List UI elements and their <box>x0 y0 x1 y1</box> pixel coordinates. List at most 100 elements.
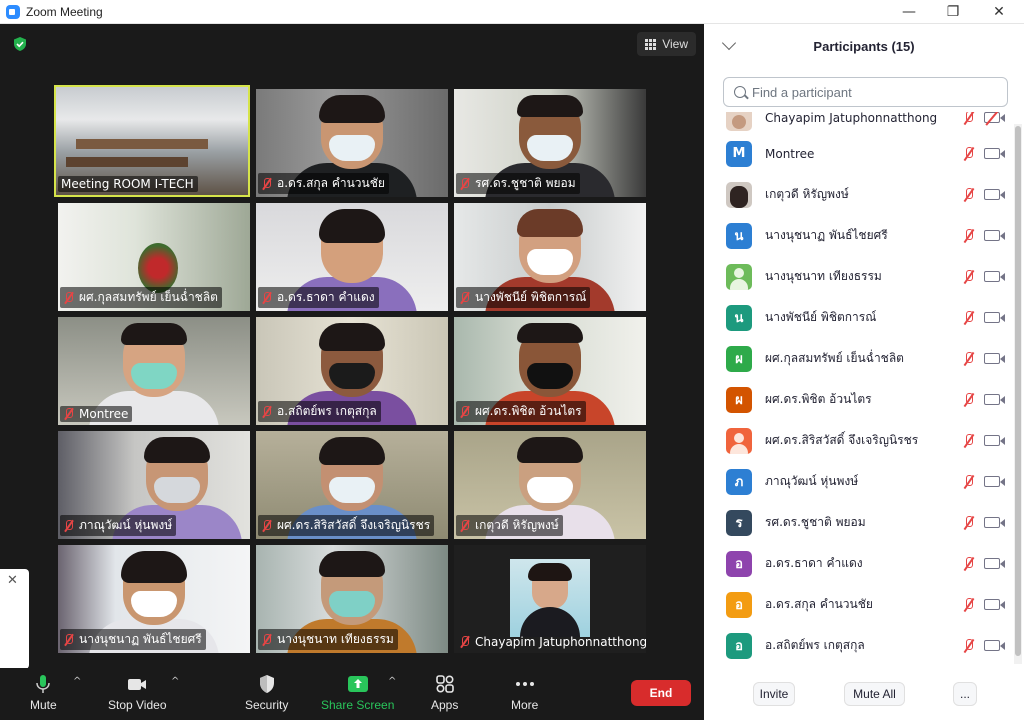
participant-avatar: อ <box>726 550 752 577</box>
mic-off-icon[interactable] <box>962 351 976 366</box>
video-camera-icon[interactable] <box>984 599 1005 610</box>
mic-off-icon[interactable] <box>962 228 976 243</box>
security-shield-icon[interactable] <box>12 36 28 52</box>
participant-row[interactable]: M Montree <box>704 133 1014 174</box>
participant-search-input[interactable]: Find a participant <box>723 77 1008 107</box>
participant-row[interactable]: ผศ.ดร.สิริสวัสดิ์ จึงเจริญนิรชร <box>704 420 1014 461</box>
video-camera-icon[interactable] <box>984 517 1005 528</box>
video-tile[interactable]: ผศ.ดร.สิริสวัสดิ์ จึงเจริญนิรชร <box>256 431 448 539</box>
video-tile[interactable]: Chayapim Jatuphonnatthong <box>454 545 646 653</box>
video-tile[interactable]: Montree <box>58 317 250 425</box>
stop-video-button[interactable]: Stop Video <box>108 672 167 712</box>
video-tile[interactable]: นางนุชนาฏ พันธ์ไชยศรี <box>58 545 250 653</box>
tile-name-label: ผศ.กุลสมทรัพย์ เย็นฉ่ำชลิต <box>60 287 222 308</box>
share-options-caret-icon[interactable]: ^ <box>388 676 396 687</box>
participants-footer: Invite Mute All ... <box>704 680 1024 710</box>
participant-row[interactable]: ผ ผศ.กุลสมทรัพย์ เย็นฉ่ำชลิต <box>704 338 1014 379</box>
participant-row[interactable]: อ อ.ดร.ธาดา คำแดง <box>704 543 1014 584</box>
tile-name-label: ผศ.ดร.พิชิต อ้วนไตร <box>456 401 586 422</box>
participant-row[interactable]: นางนุชนาท เทียงธรรม <box>704 256 1014 297</box>
more-label: More <box>511 698 539 712</box>
minimize-button[interactable]: — <box>886 0 932 24</box>
mic-off-icon[interactable] <box>962 556 976 571</box>
participant-list-scrollbar[interactable] <box>1014 124 1022 664</box>
maximize-button[interactable]: ❐ <box>930 0 976 24</box>
participant-row[interactable]: ผ ผศ.ดร.พิชิต อ้วนไตร <box>704 379 1014 420</box>
video-camera-icon[interactable] <box>984 476 1005 487</box>
tile-name-label: อ.สถิตย์พร เกตุสกุล <box>258 401 381 422</box>
mic-off-icon[interactable] <box>962 597 976 612</box>
video-camera-icon[interactable] <box>984 435 1005 446</box>
more-button[interactable]: More <box>511 672 538 712</box>
mute-button[interactable]: Mute <box>30 672 57 712</box>
video-tile[interactable]: อ.ดร.สกุล คำนวนชัย <box>256 89 448 197</box>
participant-avatar: อ <box>726 591 752 618</box>
mic-off-icon[interactable] <box>962 269 976 284</box>
mic-off-icon[interactable] <box>962 392 976 407</box>
video-tile[interactable]: ภาณุวัฒน์ หุ่นพงษ์ <box>58 431 250 539</box>
stop-video-label: Stop Video <box>108 698 167 712</box>
mic-off-icon <box>261 405 273 418</box>
apps-button[interactable]: Apps <box>431 672 458 712</box>
video-tile[interactable]: รศ.ดร.ชูชาติ พยอม <box>454 89 646 197</box>
mute-label: Mute <box>30 698 57 712</box>
participant-row[interactable]: น นางพัชนีย์ พิชิตการณ์ <box>704 297 1014 338</box>
chevron-down-icon[interactable] <box>721 35 737 51</box>
video-camera-icon[interactable] <box>984 353 1005 364</box>
mic-off-icon[interactable] <box>962 112 976 125</box>
shield-icon <box>259 675 274 693</box>
close-window-button[interactable]: ✕ <box>976 0 1022 24</box>
video-tile[interactable]: เกตุวดี หิรัญพงษ์ <box>454 431 646 539</box>
video-camera-icon[interactable] <box>984 271 1005 282</box>
mute-all-button[interactable]: Mute All <box>844 682 905 706</box>
participants-title: Participants (15) <box>813 38 915 54</box>
video-tile[interactable]: นางนุชนาท เทียงธรรม <box>256 545 448 653</box>
more-dots-icon <box>515 682 534 686</box>
participant-row[interactable]: อ อ.สถิตย์พร เกตุสกุล <box>704 625 1014 666</box>
participant-row[interactable]: น นางนุชนาฏ พันธ์ไชยศรี <box>704 215 1014 256</box>
view-button[interactable]: View <box>637 32 696 56</box>
notification-toast: ✕ <box>0 569 29 669</box>
participant-row[interactable]: ร รศ.ดร.ชูชาติ พยอม <box>704 502 1014 543</box>
search-icon <box>734 86 746 98</box>
mic-off-icon[interactable] <box>962 638 976 653</box>
mic-off-icon[interactable] <box>962 433 976 448</box>
participant-row[interactable]: เกตุวดี หิรัญพงษ์ <box>704 174 1014 215</box>
mic-off-icon <box>459 519 471 532</box>
mic-off-icon[interactable] <box>962 515 976 530</box>
end-meeting-button[interactable]: End <box>631 680 691 706</box>
tile-name-label: ผศ.ดร.สิริสวัสดิ์ จึงเจริญนิรชร <box>258 515 435 536</box>
video-camera-icon[interactable] <box>984 312 1005 323</box>
video-tile[interactable]: อ.สถิตย์พร เกตุสกุล <box>256 317 448 425</box>
panel-more-button[interactable]: ... <box>953 682 977 706</box>
participant-list: Chayapim Jatuphonnatthong M Montree เกตุ… <box>704 112 1014 672</box>
mic-off-icon[interactable] <box>962 474 976 489</box>
audio-options-caret-icon[interactable]: ^ <box>73 676 81 687</box>
video-camera-icon[interactable] <box>984 394 1005 405</box>
video-camera-icon[interactable] <box>984 558 1005 569</box>
video-camera-icon[interactable] <box>984 640 1005 651</box>
mic-off-icon <box>63 291 75 304</box>
mic-off-icon[interactable] <box>962 146 976 161</box>
participant-row[interactable]: ภ ภาณุวัฒน์ หุ่นพงษ์ <box>704 461 1014 502</box>
video-tile[interactable]: นางพัชนีย์ พิชิตการณ์ <box>454 203 646 311</box>
share-screen-button[interactable]: Share Screen <box>321 672 394 712</box>
participant-row[interactable]: อ อ.ดร.สกุล คำนวนชัย <box>704 584 1014 625</box>
video-tile[interactable]: อ.ดร.ธาดา คำแดง <box>256 203 448 311</box>
video-tile[interactable]: Meeting ROOM I-TECH <box>54 85 250 197</box>
invite-button[interactable]: Invite <box>753 682 795 706</box>
video-tile[interactable]: ผศ.ดร.พิชิต อ้วนไตร <box>454 317 646 425</box>
video-off-icon[interactable] <box>984 112 1005 123</box>
mic-off-icon[interactable] <box>962 187 976 202</box>
security-label: Security <box>245 698 289 712</box>
video-camera-icon[interactable] <box>984 230 1005 241</box>
security-button[interactable]: Security <box>245 672 288 712</box>
video-tile[interactable]: ผศ.กุลสมทรัพย์ เย็นฉ่ำชลิต <box>58 203 250 311</box>
scrollbar-thumb[interactable] <box>1015 126 1021 656</box>
mic-off-icon[interactable] <box>962 310 976 325</box>
video-options-caret-icon[interactable]: ^ <box>171 676 179 687</box>
video-camera-icon[interactable] <box>984 148 1005 159</box>
close-toast-icon[interactable]: ✕ <box>7 573 18 588</box>
video-camera-icon[interactable] <box>984 189 1005 200</box>
mic-off-icon <box>261 633 273 646</box>
